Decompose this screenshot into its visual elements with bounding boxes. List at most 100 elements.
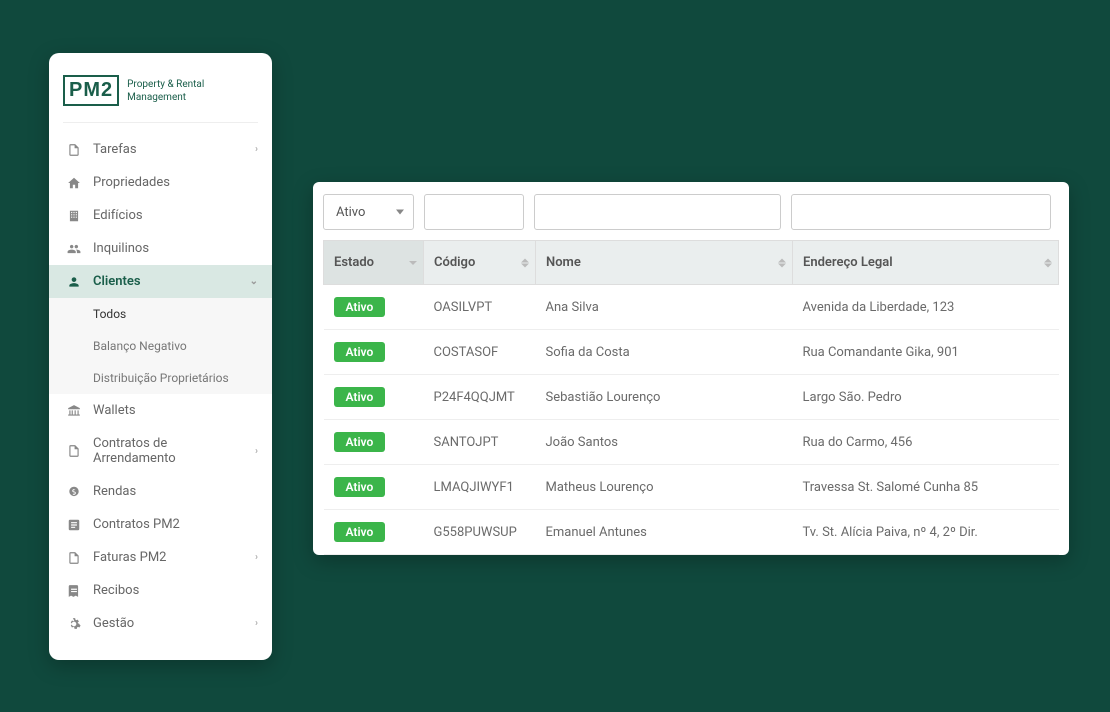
nav-label: Edifícios (93, 208, 143, 223)
nav-item-wallets[interactable]: Wallets (49, 394, 272, 427)
cell-endereco: Avenida da Liberdade, 123 (793, 285, 1059, 330)
status-badge: Ativo (334, 297, 386, 317)
document-icon (67, 518, 81, 532)
table-row[interactable]: AtivoP24F4QQJMTSebastião LourençoLargo S… (324, 375, 1059, 420)
cell-estado: Ativo (324, 330, 424, 375)
nav-label: Clientes (93, 274, 141, 289)
nav-label: Recibos (93, 583, 139, 598)
sort-icon (778, 258, 786, 267)
divider (63, 122, 258, 123)
chevron-right-icon: › (255, 552, 258, 563)
cell-codigo: LMAQJIWYF1 (424, 465, 536, 510)
person-icon (67, 275, 81, 289)
nav-item-contratos-arr[interactable]: Contratos de Arrendamento › (49, 427, 272, 475)
nav-label: Rendas (93, 484, 136, 499)
chevron-right-icon: › (255, 618, 258, 629)
cell-estado: Ativo (324, 285, 424, 330)
logo-area: PM2 Property & Rental Management (49, 53, 272, 122)
col-header-nome[interactable]: Nome (536, 241, 793, 285)
cell-estado: Ativo (324, 420, 424, 465)
nav-label: Wallets (93, 403, 136, 418)
subnav-clientes: Todos Balanço Negativo Distribuição Prop… (49, 298, 272, 394)
table-header-row: Estado Código Nome Endereço Legal (324, 241, 1059, 285)
file-icon (67, 551, 81, 565)
dollar-icon (67, 485, 81, 499)
nav-label: Propriedades (93, 175, 170, 190)
caret-down-icon (396, 210, 404, 215)
sort-icon (409, 261, 417, 265)
cell-endereco: Tv. St. Alícia Paiva, nº 4, 2º Dir. (793, 510, 1059, 555)
status-badge: Ativo (334, 342, 386, 362)
clients-table: Estado Código Nome Endereço Legal Ativo O… (323, 240, 1059, 555)
nav-item-inquilinos[interactable]: Inquilinos (49, 232, 272, 265)
subnav-item-balanco[interactable]: Balanço Negativo (49, 330, 272, 362)
nav-label: Faturas PM2 (93, 550, 166, 565)
cell-estado: Ativo (324, 510, 424, 555)
cell-endereco: Rua Comandante Gika, 901 (793, 330, 1059, 375)
filter-nome-input[interactable] (534, 194, 781, 230)
cell-estado: Ativo (324, 375, 424, 420)
people-icon (67, 242, 81, 256)
filter-endereco-input[interactable] (791, 194, 1051, 230)
cell-nome: Sofia da Costa (536, 330, 793, 375)
table-row[interactable]: AtivoCOSTASOFSofia da CostaRua Comandant… (324, 330, 1059, 375)
cell-codigo: G558PUWSUP (424, 510, 536, 555)
bank-icon (67, 404, 81, 418)
status-badge: Ativo (334, 387, 386, 407)
chevron-right-icon: › (255, 144, 258, 155)
nav-item-edificios[interactable]: Edifícios (49, 199, 272, 232)
nav-item-tarefas[interactable]: Tarefas › (49, 133, 272, 166)
receipt-icon (67, 584, 81, 598)
nav-label: Gestão (93, 616, 134, 631)
cell-endereco: Rua do Carmo, 456 (793, 420, 1059, 465)
col-header-estado[interactable]: Estado (324, 241, 424, 285)
cell-nome: Emanuel Antunes (536, 510, 793, 555)
sidebar: PM2 Property & Rental Management Tarefas… (49, 53, 272, 660)
nav-label: Inquilinos (93, 241, 149, 256)
nav-list: Tarefas › Propriedades Edifícios Inquili… (49, 133, 272, 640)
col-header-label: Código (434, 255, 475, 270)
cell-nome: Matheus Lourenço (536, 465, 793, 510)
col-header-label: Endereço Legal (803, 255, 893, 270)
chevron-right-icon: › (255, 446, 258, 457)
table-row[interactable]: Ativo G558PUWSUPEmanuel AntunesTv. St. Al… (324, 510, 1059, 555)
logo-tagline-line1: Property & Rental (127, 78, 204, 91)
nav-item-propriedades[interactable]: Propriedades (49, 166, 272, 199)
nav-label: Tarefas (93, 142, 137, 157)
col-header-codigo[interactable]: Código (424, 241, 536, 285)
col-header-endereco[interactable]: Endereço Legal (793, 241, 1059, 285)
table-row[interactable]: AtivoSANTOJPTJoão SantosRua do Carmo, 45… (324, 420, 1059, 465)
cell-codigo: OASILVPT (424, 285, 536, 330)
nav-item-rendas[interactable]: Rendas (49, 475, 272, 508)
cell-nome: Ana Silva (536, 285, 793, 330)
chevron-down-icon: ⌄ (250, 276, 258, 287)
subnav-item-distrib[interactable]: Distribuição Proprietários (49, 362, 272, 394)
main-panel: Ativo Estado Código Nome (313, 182, 1069, 555)
logo-mark: PM2 (63, 75, 119, 106)
subnav-item-todos[interactable]: Todos (49, 298, 272, 330)
nav-label: Contratos de Arrendamento (93, 436, 243, 466)
status-badge: Ativo (334, 477, 386, 497)
home-icon (67, 176, 81, 190)
nav-item-faturas-pm2[interactable]: Faturas PM2 › (49, 541, 272, 574)
sort-icon (1044, 258, 1052, 267)
table-row[interactable]: Ativo OASILVPTAna SilvaAvenida da Liberda… (324, 285, 1059, 330)
nav-item-contratos-pm2[interactable]: Contratos PM2 (49, 508, 272, 541)
gear-icon (67, 617, 81, 631)
filter-row: Ativo (323, 194, 1059, 230)
status-badge: Ativo (334, 522, 386, 542)
logo-tagline-line2: Management (127, 91, 204, 104)
nav-item-clientes[interactable]: Clientes ⌄ (49, 265, 272, 298)
file-icon (67, 444, 81, 458)
col-header-label: Estado (334, 255, 374, 270)
file-icon (67, 143, 81, 157)
filter-estado-select[interactable]: Ativo (323, 194, 414, 230)
sort-icon (521, 258, 529, 267)
filter-estado-value: Ativo (336, 205, 365, 220)
nav-label: Contratos PM2 (93, 517, 180, 532)
nav-item-gestao[interactable]: Gestão › (49, 607, 272, 640)
cell-endereco: Largo São. Pedro (793, 375, 1059, 420)
table-row[interactable]: AtivoLMAQJIWYF1Matheus LourençoTravessa … (324, 465, 1059, 510)
filter-codigo-input[interactable] (424, 194, 524, 230)
nav-item-recibos[interactable]: Recibos (49, 574, 272, 607)
